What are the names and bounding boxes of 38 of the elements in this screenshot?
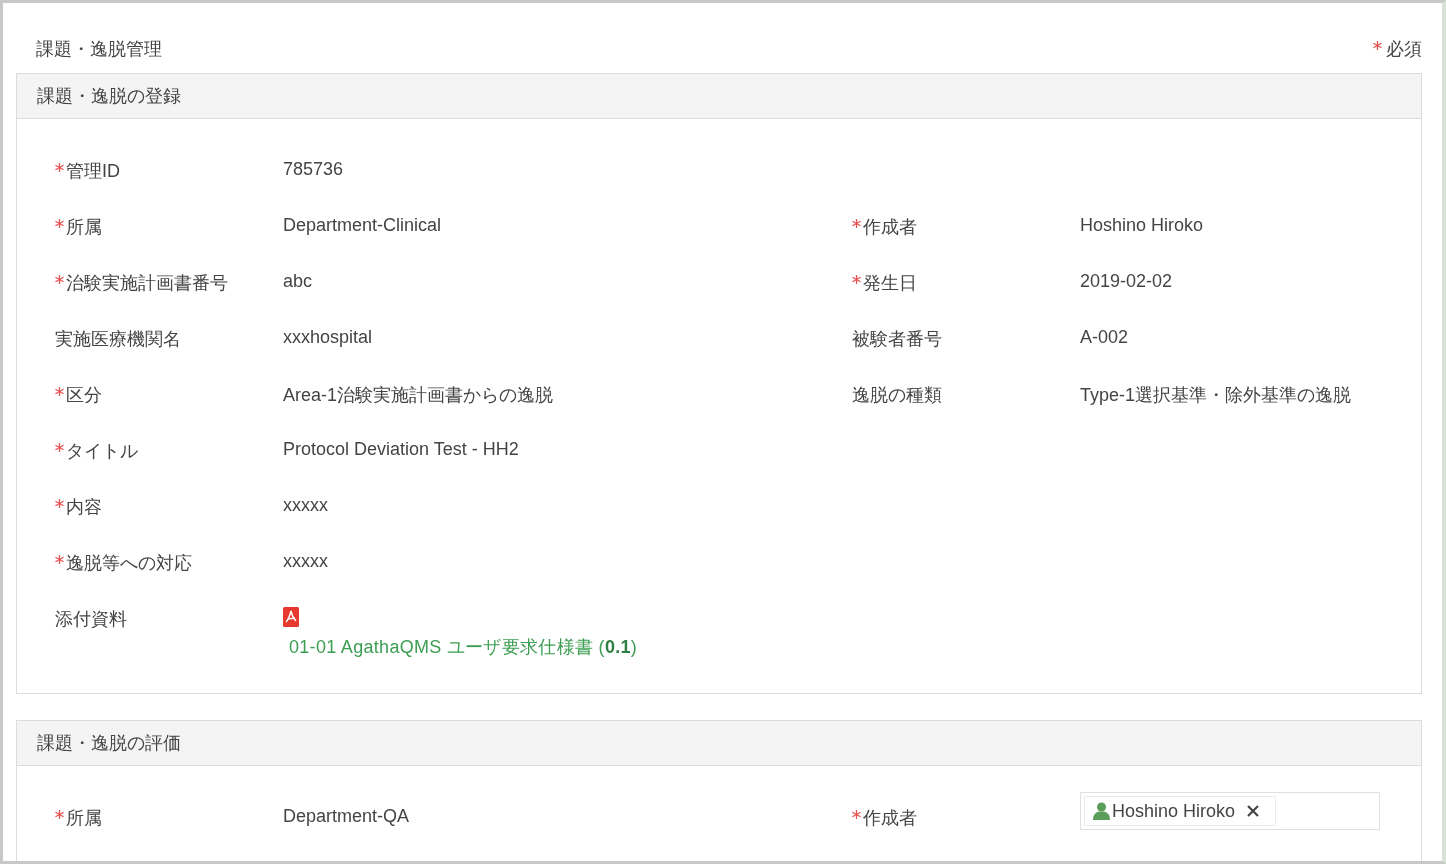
panel-header: 課題・逸脱の評価: [17, 721, 1421, 766]
field-value: Department-QA: [283, 806, 410, 826]
field-label: 区分: [66, 384, 102, 407]
field-value: Hoshino Hiroko: [1080, 215, 1204, 235]
user-select-field[interactable]: Hoshino Hiroko: [1080, 792, 1380, 830]
user-name: Hoshino Hiroko: [1112, 800, 1236, 822]
field-value: Protocol Deviation Test - HH2: [283, 439, 519, 459]
required-note: 必須: [1386, 38, 1422, 61]
field-label: 管理ID: [66, 160, 120, 183]
field-label: 逸脱の種類: [852, 384, 942, 407]
field-value: abc: [283, 271, 313, 291]
panel-header: 課題・逸脱の登録: [17, 74, 1421, 119]
field-label: 所属: [66, 216, 102, 239]
field-value: xxxxx: [283, 551, 328, 571]
field-label: 作成者: [863, 216, 917, 239]
pdf-file-icon: [283, 607, 299, 627]
field-label: 実施医療機関名: [55, 328, 181, 351]
field-value: Department-Clinical: [283, 215, 442, 235]
field-label: タイトル: [66, 440, 138, 463]
field-label: 被験者番号: [852, 328, 942, 351]
field-label: 治験実施計画書番号: [66, 272, 228, 295]
field-label: 内容: [66, 496, 102, 519]
field-value: Type-1選択基準・除外基準の逸脱: [1080, 385, 1352, 405]
remove-icon[interactable]: [1247, 805, 1260, 817]
field-value: A-002: [1080, 327, 1129, 347]
field-value: Area-1治験実施計画書からの逸脱: [283, 385, 554, 405]
field-value: 785736: [283, 159, 344, 179]
field-label: 添付資料: [55, 608, 127, 631]
field-label: 作成者: [863, 807, 917, 830]
field-value: xxxxx: [283, 495, 328, 515]
field-value: xxxhospital: [283, 327, 373, 347]
attachment-link[interactable]: 01-01 AgathaQMS ユーザ要求仕様書 (0.1): [283, 635, 638, 659]
user-icon: [1093, 802, 1110, 820]
page-title: 課題・逸脱管理: [36, 38, 162, 61]
field-label: 発生日: [863, 272, 917, 295]
field-label: 逸脱等への対応: [66, 552, 192, 575]
field-label: 所属: [66, 807, 102, 830]
field-value: 2019-02-02: [1080, 271, 1173, 291]
